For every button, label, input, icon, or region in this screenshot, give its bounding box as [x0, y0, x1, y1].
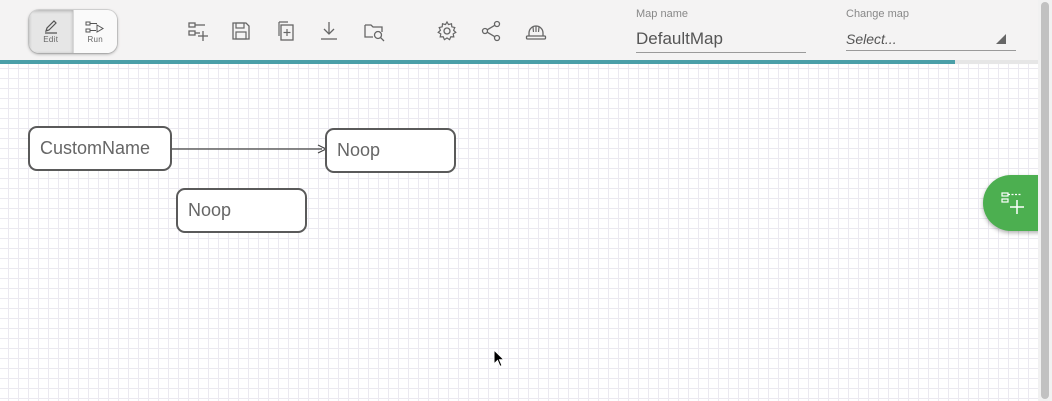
run-mode-label: Run [87, 34, 104, 44]
map-name-label: Map name [636, 8, 688, 20]
browse-folder-icon [364, 24, 385, 42]
settings-button[interactable] [434, 18, 460, 44]
duplicate-button[interactable] [272, 18, 298, 44]
mode-toggle: Edit Run [29, 10, 117, 53]
mouse-cursor-icon [493, 349, 505, 368]
dropdown-triangle-icon [996, 34, 1006, 44]
change-map-placeholder: Select... [846, 31, 897, 47]
change-map-label: Change map [846, 8, 909, 20]
helmet-icon [525, 25, 547, 40]
add-node-icon [1001, 192, 1024, 214]
edge-layer [172, 144, 328, 154]
node-noop[interactable]: Noop [176, 188, 307, 233]
download-icon [321, 22, 337, 40]
run-flow-icon [85, 21, 105, 33]
add-node-fab[interactable] [983, 175, 1043, 231]
vertical-scrollbar[interactable] [1038, 0, 1052, 401]
progress-bar [0, 60, 1038, 64]
edit-mode-button[interactable]: Edit [29, 10, 73, 53]
change-map-field: Change map Select... [846, 8, 1016, 51]
map-name-input[interactable] [636, 26, 806, 53]
download-button[interactable] [316, 18, 342, 44]
progress-fill [0, 60, 955, 64]
share-button[interactable] [478, 18, 504, 44]
share-icon [481, 20, 501, 42]
save-button[interactable] [228, 18, 254, 44]
map-canvas[interactable]: CustomName Noop Noop [0, 64, 1038, 401]
settings-gear-icon [437, 20, 457, 41]
scrollbar-thumb[interactable] [1041, 2, 1049, 399]
node-label: Noop [188, 200, 232, 220]
pencil-icon [44, 19, 57, 34]
toolbar: Edit Run Map name DefaultMap Change map … [0, 0, 1038, 60]
node-label: Noop [337, 140, 381, 160]
save-icon [232, 22, 250, 40]
helmet-button[interactable] [523, 18, 549, 44]
node-customname[interactable]: CustomName [28, 126, 172, 171]
add-node-icon [188, 22, 208, 41]
duplicate-icon [278, 21, 294, 41]
node-label: CustomName [40, 138, 151, 158]
node-noop-connected[interactable]: Noop [325, 128, 456, 173]
browse-maps-button[interactable] [361, 18, 387, 44]
change-map-select[interactable]: Select... [846, 28, 1016, 51]
map-name-field: Map name [636, 8, 806, 53]
run-mode-button[interactable]: Run [72, 10, 117, 53]
edit-mode-label: Edit [43, 34, 59, 44]
add-node-button[interactable] [185, 18, 211, 44]
